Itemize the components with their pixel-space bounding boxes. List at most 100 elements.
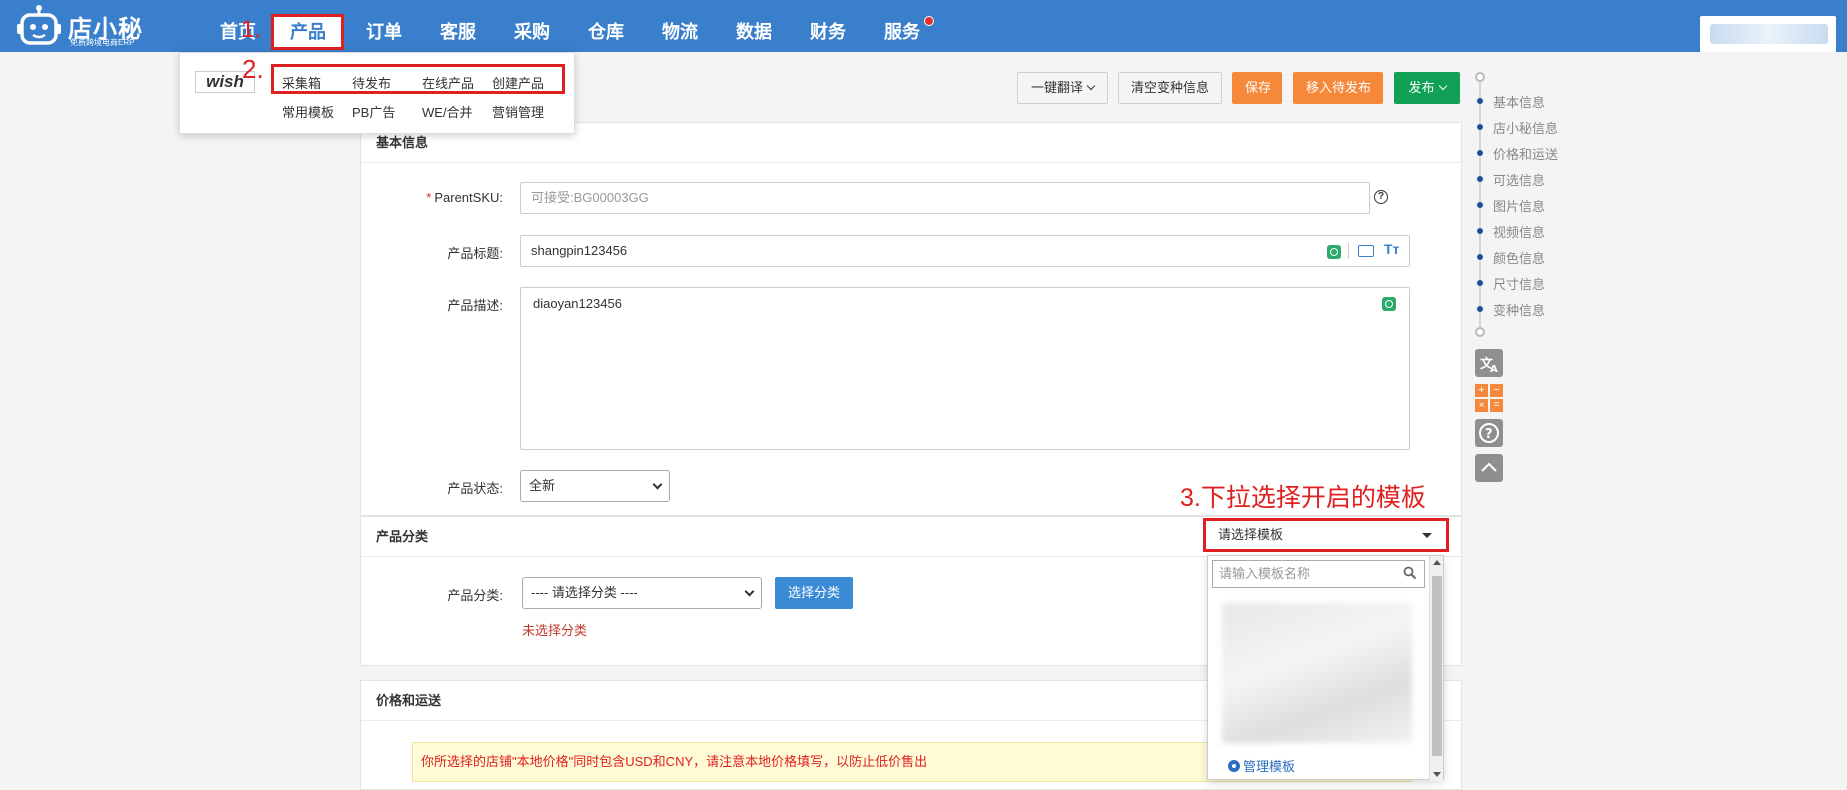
product-status-value: 全新 bbox=[529, 478, 556, 493]
brand-tagline: 免费跨境电商ERP bbox=[70, 38, 135, 47]
product-status-select[interactable]: 全新 bbox=[520, 470, 670, 502]
equals-icon: = bbox=[1490, 399, 1503, 412]
chevron-down-icon bbox=[744, 586, 755, 597]
clear-variants-button[interactable]: 清空变种信息 bbox=[1118, 72, 1222, 104]
product-menu-dropdown: wish 采集箱 待发布 在线产品 创建产品 常用模板 PB广告 WE/合并 营… bbox=[179, 52, 575, 134]
anchor-label: 视频信息 bbox=[1493, 225, 1546, 240]
anchor-label: 图片信息 bbox=[1493, 199, 1546, 214]
parent-sku-label: * ParentSKU: bbox=[400, 190, 503, 205]
move-to-pending-button[interactable]: 移入待发布 bbox=[1293, 72, 1383, 104]
divider bbox=[1348, 243, 1349, 259]
scroll-thumb[interactable] bbox=[1432, 576, 1442, 756]
chevron-down-icon bbox=[1086, 81, 1096, 91]
menu-create-product[interactable]: 创建产品 bbox=[492, 73, 544, 92]
minus-icon: − bbox=[1490, 384, 1503, 397]
translate-label: 一键翻译 bbox=[1030, 80, 1083, 95]
chevron-up-icon bbox=[1481, 462, 1497, 472]
anchor-label: 基本信息 bbox=[1493, 95, 1546, 110]
ai-assist-icon[interactable] bbox=[1382, 297, 1396, 311]
one-click-translate-button[interactable]: 一键翻译 bbox=[1017, 72, 1108, 104]
gear-icon bbox=[1228, 760, 1240, 772]
menu-common-templates[interactable]: 常用模板 bbox=[282, 102, 334, 121]
product-status-label: 产品状态: bbox=[447, 481, 503, 496]
required-mark: * bbox=[426, 190, 432, 205]
user-name-blurred bbox=[1710, 24, 1828, 44]
scroll-down-icon[interactable] bbox=[1433, 772, 1441, 777]
bullet-icon bbox=[1477, 98, 1483, 104]
translate-icon: 文A bbox=[1480, 356, 1498, 375]
back-to-top-button[interactable] bbox=[1475, 454, 1503, 482]
plus-icon: + bbox=[1475, 384, 1488, 397]
bullet-icon bbox=[1477, 306, 1483, 312]
menu-marketing[interactable]: 营销管理 bbox=[492, 102, 544, 121]
robot-logo-icon bbox=[17, 5, 61, 45]
bullet-icon bbox=[1477, 254, 1483, 260]
bullet-icon bbox=[1477, 124, 1483, 130]
menu-collect-box[interactable]: 采集箱 bbox=[282, 73, 321, 92]
category-label: 产品分类: bbox=[447, 588, 503, 603]
menu-online-products[interactable]: 在线产品 bbox=[422, 73, 474, 92]
multiply-icon: × bbox=[1475, 399, 1488, 412]
ai-assist-icon[interactable] bbox=[1327, 245, 1341, 259]
help-tool-button[interactable]: ? bbox=[1475, 419, 1503, 447]
svg-text:A: A bbox=[1490, 364, 1498, 375]
anchor-label: 变种信息 bbox=[1493, 303, 1546, 318]
save-button[interactable]: 保存 bbox=[1232, 72, 1282, 104]
nav-services[interactable]: 服务 bbox=[880, 0, 924, 52]
template-list-blurred[interactable] bbox=[1222, 603, 1412, 743]
question-icon: ? bbox=[1479, 423, 1499, 443]
nav-finance[interactable]: 财务 bbox=[806, 0, 850, 52]
template-dropdown-popup: 请输入模板名称 管理模板 bbox=[1207, 555, 1444, 781]
category-select[interactable]: ---- 请选择分类 ---- bbox=[522, 577, 762, 609]
chevron-down-icon bbox=[652, 479, 663, 490]
parent-sku-label-text: ParentSKU: bbox=[434, 190, 503, 205]
anchor-label: 尺寸信息 bbox=[1493, 277, 1546, 292]
text-format-icon[interactable]: Tт bbox=[1384, 241, 1399, 257]
template-search-input[interactable]: 请输入模板名称 bbox=[1212, 560, 1425, 588]
menu-pending-publish[interactable]: 待发布 bbox=[352, 73, 391, 92]
nav-data[interactable]: 数据 bbox=[732, 0, 776, 52]
top-nav-bar: 店小秘 免费跨境电商ERP 首页 产品 订单 客服 采购 仓库 物流 数据 财务… bbox=[0, 0, 1847, 52]
nav-logistics[interactable]: 物流 bbox=[658, 0, 702, 52]
menu-we-merge[interactable]: WE/合并 bbox=[422, 102, 473, 121]
nav-orders[interactable]: 订单 bbox=[362, 0, 406, 52]
publish-label: 发布 bbox=[1408, 80, 1435, 95]
bullet-icon bbox=[1477, 228, 1483, 234]
parent-sku-input[interactable]: 可接受:BG00003GG bbox=[520, 182, 1370, 214]
category-select-value: ---- 请选择分类 ---- bbox=[531, 585, 638, 600]
template-select-value: 请选择模板 bbox=[1218, 527, 1284, 542]
bullet-icon bbox=[1477, 176, 1483, 182]
nav-warehouse[interactable]: 仓库 bbox=[584, 0, 628, 52]
product-desc-textarea[interactable]: diaoyan123456 bbox=[520, 287, 1410, 450]
bullet-icon bbox=[1477, 280, 1483, 286]
publish-button[interactable]: 发布 bbox=[1394, 72, 1460, 104]
calculator-tool-button[interactable]: + − × = bbox=[1475, 384, 1503, 412]
chevron-down-icon bbox=[1438, 81, 1447, 91]
product-title-input[interactable]: shangpin123456 bbox=[520, 235, 1410, 267]
nav-service[interactable]: 客服 bbox=[436, 0, 480, 52]
bullet-icon bbox=[1477, 150, 1483, 156]
template-scrollbar[interactable] bbox=[1429, 556, 1443, 781]
annotation-step-1: 1. bbox=[241, 16, 262, 43]
help-icon[interactable]: ? bbox=[1374, 190, 1388, 204]
choose-category-button[interactable]: 选择分类 bbox=[775, 577, 853, 609]
translate-tool-button[interactable]: 文A bbox=[1475, 349, 1503, 377]
product-title-label: 产品标题: bbox=[447, 246, 503, 261]
svg-text:?: ? bbox=[1485, 427, 1493, 442]
manage-templates-link[interactable]: 管理模板 bbox=[1228, 756, 1295, 775]
anchor-start-ring bbox=[1475, 72, 1485, 82]
logo[interactable]: 店小秘 免费跨境电商ERP bbox=[16, 4, 146, 48]
anchor-end-ring bbox=[1475, 327, 1485, 337]
nav-purchase[interactable]: 采购 bbox=[510, 0, 554, 52]
menu-pb-ads[interactable]: PB广告 bbox=[352, 102, 395, 121]
user-account-box[interactable] bbox=[1700, 16, 1836, 52]
scroll-up-icon[interactable] bbox=[1433, 560, 1441, 565]
anchor-label: 可选信息 bbox=[1493, 173, 1546, 188]
nav-product[interactable]: 产品 bbox=[272, 15, 344, 49]
caret-down-icon bbox=[1422, 533, 1432, 538]
bullet-icon bbox=[1477, 202, 1483, 208]
anchor-label: 店小秘信息 bbox=[1493, 121, 1559, 136]
image-text-icon[interactable] bbox=[1358, 245, 1374, 257]
template-select[interactable]: 请选择模板 bbox=[1206, 521, 1446, 549]
search-icon bbox=[1403, 566, 1417, 580]
